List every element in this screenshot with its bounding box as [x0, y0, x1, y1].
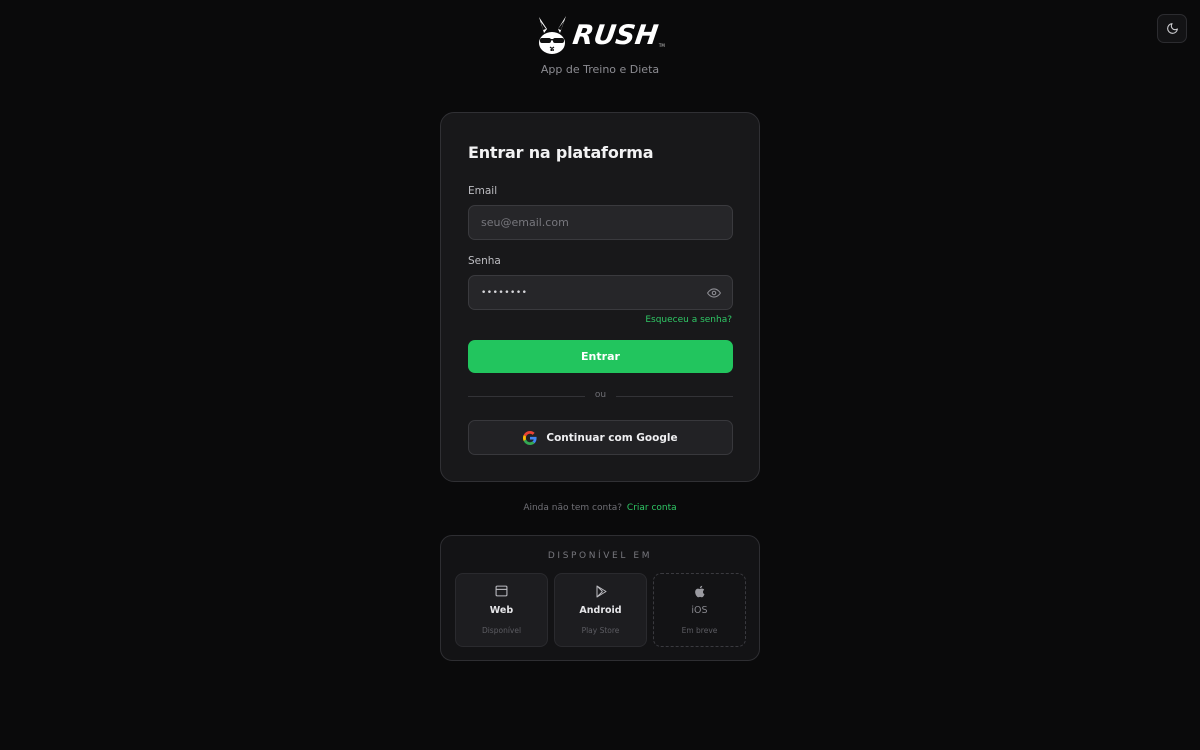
apple-icon: [695, 585, 705, 598]
platform-ios: iOS Em breve: [653, 573, 746, 647]
google-button-label: Continuar com Google: [546, 431, 678, 444]
browser-icon: [495, 585, 508, 597]
divider-line-right: [616, 396, 733, 397]
password-label: Senha: [468, 255, 501, 267]
password-field[interactable]: ••••••••: [468, 275, 733, 310]
email-field[interactable]: [469, 206, 732, 239]
signup-prompt: Ainda não tem conta? Criar conta: [0, 503, 1200, 513]
password-value: ••••••••: [481, 287, 528, 298]
platform-status: Disponível: [481, 626, 522, 635]
platform-web[interactable]: Web Disponível: [455, 573, 548, 647]
platform-status: Em breve: [681, 626, 718, 635]
signup-text: Ainda não tem conta?: [523, 503, 623, 513]
google-login-button[interactable]: Continuar com Google: [468, 420, 733, 455]
divider-text: ou: [594, 390, 607, 400]
google-icon: [523, 430, 537, 445]
platform-android[interactable]: Android Play Store: [554, 573, 647, 647]
login-card: Entrar na plataforma Email Senha •••••••…: [440, 112, 760, 482]
rabbit-logo-icon: [539, 16, 567, 54]
forgot-password-link[interactable]: Esqueceu a senha?: [645, 315, 732, 325]
email-label: Email: [468, 185, 498, 197]
eye-icon[interactable]: [707, 286, 721, 300]
logo-wordmark: RUSH: [570, 19, 661, 51]
logo: RUSH TM: [535, 14, 665, 56]
platform-name: iOS: [691, 605, 708, 616]
logo-trademark: TM: [658, 43, 665, 48]
platform-name: Android: [579, 605, 622, 616]
platforms-title: DISPONÍVEL EM: [547, 551, 653, 561]
brand-header: RUSH TM App de Treino e Dieta: [0, 14, 1200, 76]
create-account-link[interactable]: Criar conta: [627, 503, 677, 513]
platform-name: Web: [489, 605, 514, 616]
play-store-icon: [596, 585, 606, 598]
login-button[interactable]: Entrar: [468, 340, 733, 373]
email-field-wrapper: [468, 205, 733, 240]
platforms-panel: DISPONÍVEL EM Web Disponível Android Pla…: [440, 535, 760, 661]
or-divider: ou: [468, 390, 733, 402]
tagline: App de Treino e Dieta: [540, 63, 660, 76]
login-title: Entrar na plataforma: [468, 143, 654, 162]
platform-status: Play Store: [581, 626, 620, 635]
